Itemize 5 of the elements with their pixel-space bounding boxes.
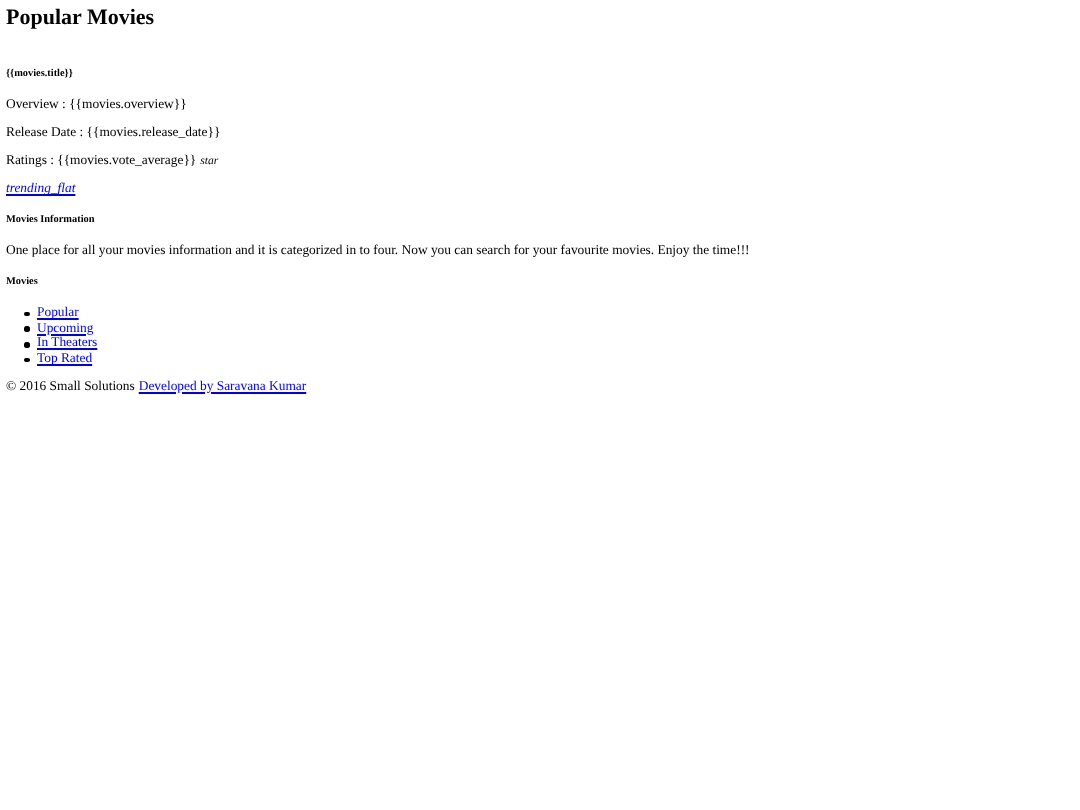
bullet-icon	[24, 357, 29, 363]
bullet-icon	[24, 326, 29, 332]
page-title: Popular Movies	[6, 6, 157, 32]
bullet-icon	[24, 342, 29, 347]
bullet-icon	[24, 311, 29, 317]
